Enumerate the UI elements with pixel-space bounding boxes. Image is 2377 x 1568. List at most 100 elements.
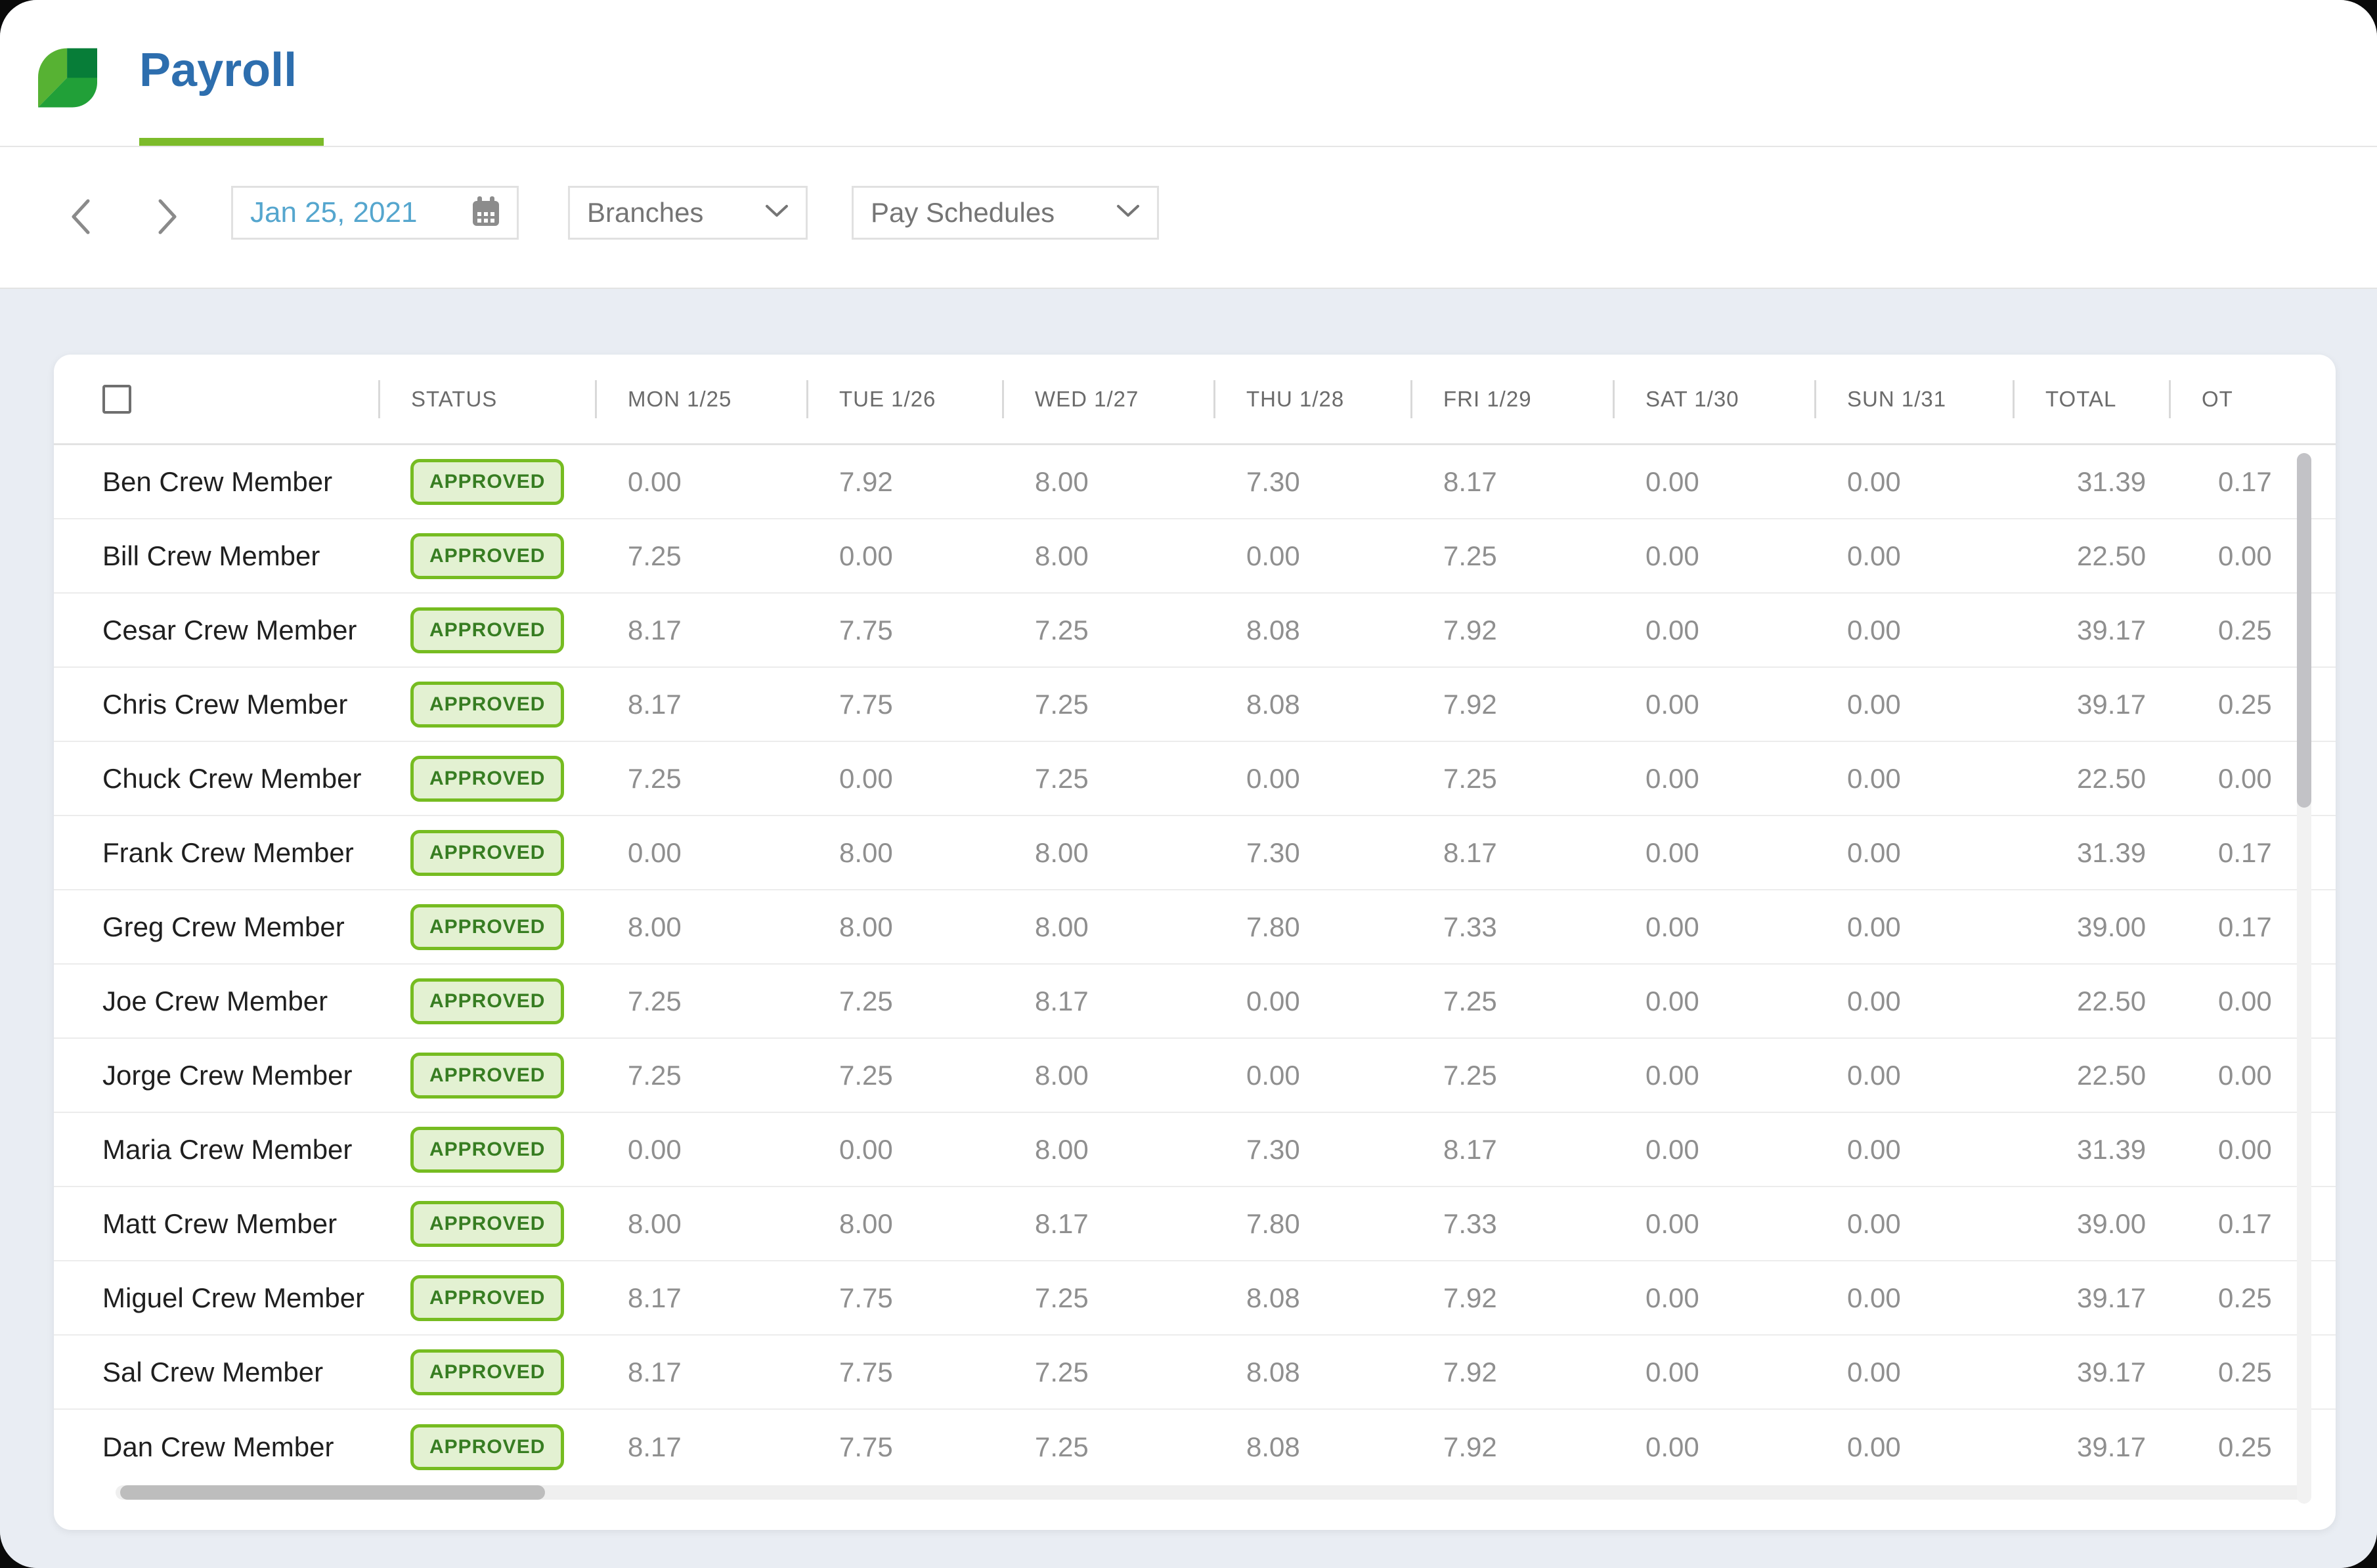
hours-cell-mon: 0.00 <box>595 1134 806 1165</box>
leaf-logo-icon <box>38 47 97 108</box>
select-all-checkbox[interactable] <box>102 385 131 414</box>
table-row: Ben Crew Member APPROVED 0.007.928.007.3… <box>54 445 2336 519</box>
hours-cell-thu: 8.08 <box>1213 615 1410 646</box>
status-badge[interactable]: APPROVED <box>410 1349 564 1395</box>
hours-cell-sat: 0.00 <box>1613 1431 1814 1463</box>
hours-cell-sun: 0.00 <box>1814 1431 2013 1463</box>
total-cell: 22.50 <box>2013 540 2169 572</box>
pay-schedules-label: Pay Schedules <box>871 197 1055 229</box>
date-value: Jan 25, 2021 <box>250 196 417 229</box>
hours-cell-wed: 7.25 <box>1002 1282 1213 1314</box>
table-row: Cesar Crew Member APPROVED 8.177.757.258… <box>54 594 2336 668</box>
hours-cell-sat: 0.00 <box>1613 1282 1814 1314</box>
hours-cell-sun: 0.00 <box>1814 615 2013 646</box>
total-cell: 22.50 <box>2013 763 2169 795</box>
branches-dropdown[interactable]: Branches <box>568 186 808 240</box>
page-title: Payroll <box>139 43 297 97</box>
hours-cell-thu: 8.08 <box>1213 1357 1410 1388</box>
column-header-tue: TUE 1/26 <box>806 355 1002 443</box>
employee-name: Joe Crew Member <box>54 986 378 1017</box>
hours-cell-mon: 0.00 <box>595 837 806 869</box>
status-badge[interactable]: APPROVED <box>410 459 564 505</box>
employee-name: Sal Crew Member <box>54 1357 378 1388</box>
hours-cell-fri: 7.25 <box>1410 1060 1613 1091</box>
hours-cell-sat: 0.00 <box>1613 986 1814 1017</box>
status-badge[interactable]: APPROVED <box>410 533 564 579</box>
status-badge[interactable]: APPROVED <box>410 1424 564 1470</box>
total-cell: 39.17 <box>2013 689 2169 720</box>
status-badge[interactable]: APPROVED <box>410 978 564 1024</box>
hours-cell-mon: 0.00 <box>595 466 806 498</box>
table-row: Miguel Crew Member APPROVED 8.177.757.25… <box>54 1261 2336 1336</box>
hours-cell-thu: 0.00 <box>1213 986 1410 1017</box>
status-badge[interactable]: APPROVED <box>410 1275 564 1321</box>
table-row: Joe Crew Member APPROVED 7.257.258.170.0… <box>54 965 2336 1039</box>
hours-cell-wed: 8.00 <box>1002 466 1213 498</box>
hours-cell-thu: 7.80 <box>1213 911 1410 943</box>
hours-cell-tue: 7.75 <box>806 615 1002 646</box>
hours-cell-tue: 7.75 <box>806 1431 1002 1463</box>
hours-cell-wed: 7.25 <box>1002 615 1213 646</box>
hours-cell-sat: 0.00 <box>1613 763 1814 795</box>
status-badge[interactable]: APPROVED <box>410 607 564 653</box>
table-row: Matt Crew Member APPROVED 8.008.008.177.… <box>54 1187 2336 1261</box>
hours-cell-fri: 8.17 <box>1410 1134 1613 1165</box>
hours-cell-sat: 0.00 <box>1613 466 1814 498</box>
status-badge[interactable]: APPROVED <box>410 1201 564 1247</box>
active-tab-indicator <box>139 138 324 146</box>
column-header-fri: FRI 1/29 <box>1410 355 1613 443</box>
status-badge[interactable]: APPROVED <box>410 1127 564 1173</box>
table-row: Jorge Crew Member APPROVED 7.257.258.000… <box>54 1039 2336 1113</box>
top-bar: Payroll Jan 25, 2021 <box>0 0 2377 289</box>
hours-cell-wed: 7.25 <box>1002 1431 1213 1463</box>
column-header-sat: SAT 1/30 <box>1613 355 1814 443</box>
status-cell: APPROVED <box>378 978 595 1024</box>
status-badge[interactable]: APPROVED <box>410 830 564 876</box>
hours-cell-sun: 0.00 <box>1814 1208 2013 1240</box>
hours-cell-mon: 8.17 <box>595 1282 806 1314</box>
status-cell: APPROVED <box>378 1053 595 1099</box>
date-input[interactable]: Jan 25, 2021 <box>231 186 519 240</box>
chevron-left-icon <box>66 196 95 239</box>
hours-cell-mon: 7.25 <box>595 986 806 1017</box>
status-cell: APPROVED <box>378 904 595 950</box>
hours-cell-sun: 0.00 <box>1814 1060 2013 1091</box>
next-period-button[interactable] <box>148 196 187 239</box>
column-header-ot: OT <box>2169 355 2336 443</box>
hours-cell-sun: 0.00 <box>1814 837 2013 869</box>
employee-name: Miguel Crew Member <box>54 1282 378 1314</box>
pay-schedules-dropdown[interactable]: Pay Schedules <box>852 186 1159 240</box>
hours-cell-fri: 7.92 <box>1410 1282 1613 1314</box>
horizontal-scrollbar-thumb[interactable] <box>120 1485 545 1500</box>
hours-cell-sat: 0.00 <box>1613 1134 1814 1165</box>
hours-cell-tue: 7.25 <box>806 1060 1002 1091</box>
total-cell: 39.00 <box>2013 1208 2169 1240</box>
vertical-scrollbar-thumb[interactable] <box>2297 453 2311 808</box>
hours-cell-sat: 0.00 <box>1613 1357 1814 1388</box>
total-cell: 39.17 <box>2013 1431 2169 1463</box>
column-header-wed: WED 1/27 <box>1002 355 1213 443</box>
table-row: Greg Crew Member APPROVED 8.008.008.007.… <box>54 890 2336 965</box>
prev-period-button[interactable] <box>61 196 100 239</box>
hours-cell-fri: 7.92 <box>1410 1357 1613 1388</box>
hours-cell-tue: 7.75 <box>806 1282 1002 1314</box>
status-badge[interactable]: APPROVED <box>410 756 564 802</box>
total-cell: 39.17 <box>2013 1357 2169 1388</box>
hours-cell-sun: 0.00 <box>1814 1357 2013 1388</box>
employee-name: Matt Crew Member <box>54 1208 378 1240</box>
table-row: Maria Crew Member APPROVED 0.000.008.007… <box>54 1113 2336 1187</box>
status-badge[interactable]: APPROVED <box>410 682 564 728</box>
hours-cell-thu: 0.00 <box>1213 1060 1410 1091</box>
status-badge[interactable]: APPROVED <box>410 904 564 950</box>
hours-cell-sat: 0.00 <box>1613 837 1814 869</box>
total-cell: 31.39 <box>2013 837 2169 869</box>
hours-cell-tue: 7.75 <box>806 1357 1002 1388</box>
hours-cell-mon: 8.17 <box>595 615 806 646</box>
total-cell: 31.39 <box>2013 466 2169 498</box>
table-row: Dan Crew Member APPROVED 8.177.757.258.0… <box>54 1410 2336 1484</box>
hours-cell-fri: 7.25 <box>1410 986 1613 1017</box>
status-cell: APPROVED <box>378 682 595 728</box>
hours-cell-wed: 8.00 <box>1002 837 1213 869</box>
employee-name: Greg Crew Member <box>54 911 378 943</box>
status-badge[interactable]: APPROVED <box>410 1053 564 1099</box>
